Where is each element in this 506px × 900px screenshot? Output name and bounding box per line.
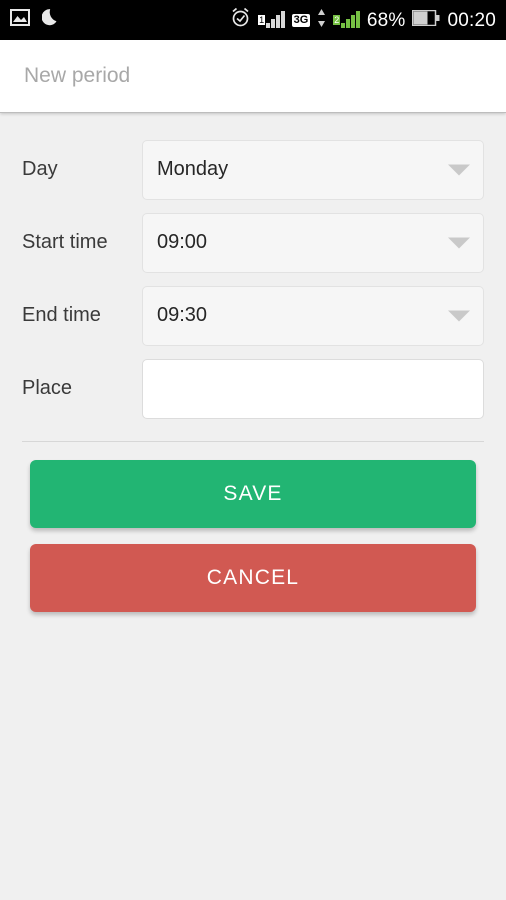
battery-icon xyxy=(412,9,440,31)
battery-percent-label: 68% xyxy=(366,9,406,31)
data-transfer-arrows-icon xyxy=(317,8,326,32)
sim1-badge: 1 xyxy=(258,15,266,25)
start-time-select-value[interactable]: 09:00 xyxy=(142,212,484,273)
field-row-start-time: Start time 09:00 xyxy=(0,206,506,279)
cancel-button[interactable]: CANCEL xyxy=(30,544,476,612)
app-header: New period xyxy=(0,40,506,113)
field-row-end-time: End time 09:30 xyxy=(0,279,506,352)
end-time-select-value[interactable]: 09:30 xyxy=(142,285,484,346)
end-time-label: End time xyxy=(22,304,101,326)
status-bar-left-icons xyxy=(10,8,60,32)
day-label: Day xyxy=(22,158,58,180)
place-label: Place xyxy=(22,377,73,399)
action-buttons: SAVE CANCEL xyxy=(0,442,506,612)
clock-label: 00:20 xyxy=(447,9,496,31)
place-input[interactable] xyxy=(142,358,484,419)
status-bar-right-icons: 1 3G 2 68% 00:20 xyxy=(230,7,496,33)
sim2-signal-indicator: 2 xyxy=(333,11,360,28)
chevron-down-icon xyxy=(448,164,470,175)
alarm-clock-icon xyxy=(230,7,251,33)
sim2-signal-bars xyxy=(341,11,360,28)
network-type-badge: 3G xyxy=(291,13,311,27)
field-row-day: Day Monday xyxy=(0,133,506,206)
chevron-down-icon xyxy=(448,237,470,248)
start-time-select[interactable]: 09:00 xyxy=(142,212,484,273)
gallery-icon xyxy=(10,9,30,31)
status-bar: 1 3G 2 68% 00:20 xyxy=(0,0,506,40)
sim1-signal-indicator: 1 xyxy=(258,11,285,28)
start-time-label: Start time xyxy=(22,231,108,253)
sim1-signal-bars xyxy=(266,11,285,28)
field-row-place: Place xyxy=(0,352,506,425)
save-button[interactable]: SAVE xyxy=(30,460,476,528)
end-time-select[interactable]: 09:30 xyxy=(142,285,484,346)
place-field-wrapper xyxy=(142,358,484,419)
day-select-value[interactable]: Monday xyxy=(142,139,484,200)
sim2-badge: 2 xyxy=(333,15,341,25)
day-select[interactable]: Monday xyxy=(142,139,484,200)
do-not-disturb-moon-icon xyxy=(41,8,60,32)
period-form: Day Monday Start time 09:00 End time 09:… xyxy=(0,113,506,442)
chevron-down-icon xyxy=(448,310,470,321)
page-title: New period xyxy=(24,64,131,87)
